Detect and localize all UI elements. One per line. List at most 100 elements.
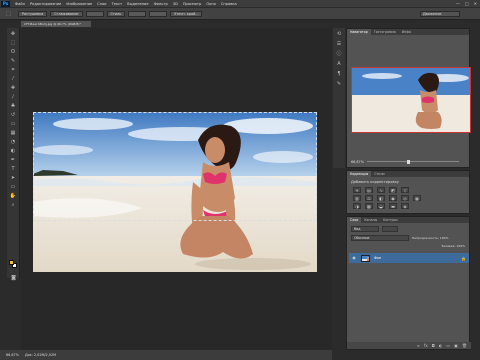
character-icon[interactable]: A (335, 61, 343, 68)
fill-label[interactable]: Заливка: 100% (441, 244, 465, 248)
feather-input[interactable] (85, 10, 104, 17)
close-icon[interactable]: ✕ (474, 1, 477, 6)
menu-help[interactable]: Справка (221, 2, 237, 6)
marquee-tool-icon[interactable]: ⬚ (9, 39, 18, 46)
quick-select-tool-icon[interactable]: ✎ (9, 57, 18, 64)
menu-image[interactable]: Изображение (66, 2, 92, 6)
collapsed-panels-strip: ⟲ ☰ ⓘ A ¶ ✎ (333, 28, 345, 168)
dodge-tool-icon[interactable]: ◐ (9, 147, 18, 154)
layer-kind-select[interactable]: Вид (351, 226, 379, 232)
invert-icon[interactable]: ◑ (353, 203, 361, 209)
layer-row-background[interactable]: ◉ Фон 🔒 (349, 253, 469, 263)
hue-saturation-icon[interactable]: ▥ (353, 195, 361, 201)
canvas-area[interactable] (21, 28, 332, 350)
menu-file[interactable]: Файл (15, 2, 25, 6)
photo-filter-icon[interactable]: ◉ (389, 195, 397, 201)
antialias-button[interactable]: Сглаживание (50, 10, 83, 17)
height-input[interactable] (149, 10, 168, 17)
marquee-tool-icon[interactable]: ⬚ (4, 10, 13, 17)
brush-presets-icon[interactable]: ✎ (335, 81, 343, 88)
menu-view[interactable]: Просмотр (183, 2, 201, 6)
brightness-icon[interactable]: ☀ (353, 187, 361, 193)
width-input[interactable] (128, 10, 147, 17)
visibility-eye-icon[interactable]: ◉ (351, 255, 357, 261)
workspace-select[interactable]: Движение (420, 11, 460, 17)
new-adjustment-icon[interactable]: ◐ (439, 343, 443, 348)
crop-tool-icon[interactable]: ⌗ (9, 66, 18, 73)
layer-filter-icons[interactable] (382, 226, 398, 232)
blend-mode-select[interactable]: Обычные (351, 235, 409, 241)
delete-layer-icon[interactable]: 🗑 (462, 343, 467, 348)
tab-paths[interactable]: Контуры (380, 217, 401, 223)
style-select[interactable]: Стиль (106, 10, 126, 17)
menu-filter[interactable]: Фильтр (154, 2, 168, 6)
minimize-icon[interactable]: — (456, 1, 460, 6)
lasso-tool-icon[interactable]: ʘ (9, 48, 18, 55)
color-balance-icon[interactable]: ⚖ (365, 195, 373, 201)
navigator-thumbnail[interactable] (351, 67, 471, 133)
refine-edge-button[interactable]: Уточн. край... (170, 10, 203, 17)
eraser-tool-icon[interactable]: ▭ (9, 120, 18, 127)
path-select-tool-icon[interactable]: ➤ (9, 174, 18, 181)
navigator-zoom[interactable]: 66,67% (351, 160, 364, 164)
feather-button[interactable]: Растушевка (18, 10, 48, 17)
tab-styles[interactable]: Стили (371, 171, 387, 177)
tab-adjustments[interactable]: Коррекция (347, 171, 372, 177)
color-lookup-icon[interactable]: ▦ (413, 195, 421, 201)
tab-info[interactable]: Инфо (399, 29, 414, 35)
levels-icon[interactable]: ▤ (365, 187, 373, 193)
add-mask-icon[interactable]: ◘ (432, 343, 435, 348)
hand-tool-icon[interactable]: ✋ (9, 192, 18, 199)
curves-icon[interactable]: ∿ (377, 187, 385, 193)
menu-window[interactable]: Окно (206, 2, 216, 6)
layer-name[interactable]: Фон (374, 256, 381, 260)
menu-type[interactable]: Текст (112, 2, 123, 6)
blur-tool-icon[interactable]: ◔ (9, 138, 18, 145)
brush-tool-icon[interactable]: ∕ (9, 93, 18, 100)
tab-navigator[interactable]: Навигатор (347, 29, 371, 35)
posterize-icon[interactable]: ▩ (365, 203, 373, 209)
paragraph-icon[interactable]: ¶ (335, 71, 343, 78)
link-layers-icon[interactable]: ∞ (417, 343, 420, 348)
menu-layers[interactable]: Слои (97, 2, 106, 6)
history-icon[interactable]: ⟲ (335, 31, 343, 38)
info-icon[interactable]: ⓘ (335, 51, 343, 58)
black-white-icon[interactable]: ◧ (377, 195, 385, 201)
shape-tool-icon[interactable]: ▭ (9, 183, 18, 190)
gradient-tool-icon[interactable]: ▦ (9, 129, 18, 136)
new-group-icon[interactable]: ▭ (446, 343, 450, 348)
tab-channels[interactable]: Каналы (361, 217, 380, 223)
gradient-map-icon[interactable]: ▬ (389, 203, 397, 209)
history-brush-tool-icon[interactable]: ↺ (9, 111, 18, 118)
threshold-icon[interactable]: ◒ (377, 203, 385, 209)
zoom-readout[interactable]: 66,67% (6, 353, 19, 357)
new-layer-icon[interactable]: ▣ (454, 343, 458, 348)
quick-mask-icon[interactable]: ◙ (9, 274, 18, 281)
selective-color-icon[interactable]: ◈ (401, 203, 409, 209)
move-tool-icon[interactable]: ✥ (9, 30, 18, 37)
menu-select[interactable]: Выделение (127, 2, 148, 6)
menu-3d[interactable]: 3D (173, 2, 178, 6)
tab-histogram[interactable]: Гистограмма (371, 29, 399, 35)
healing-tool-icon[interactable]: ✚ (9, 84, 18, 91)
layer-style-icon[interactable]: fx (424, 343, 428, 348)
tab-layers[interactable]: Слои (347, 217, 362, 223)
eyedropper-tool-icon[interactable]: ⁄ (9, 75, 18, 82)
doc-info[interactable]: Док: 2,02M/2,02M (25, 353, 56, 357)
marquee-selection[interactable] (33, 112, 317, 221)
navigator-zoom-knob[interactable] (407, 160, 410, 164)
exposure-icon[interactable]: ◩ (389, 187, 397, 193)
document-tab[interactable]: CFT-BeachBody.jpg @ 66,7% (RGB/8)* (21, 21, 91, 27)
menu-edit[interactable]: Редактирование (30, 2, 61, 6)
opacity-label[interactable]: Непрозрачность: 100% (412, 236, 448, 240)
pen-tool-icon[interactable]: ✒ (9, 156, 18, 163)
clone-stamp-tool-icon[interactable]: ♣ (9, 102, 18, 109)
vibrance-icon[interactable]: ▽ (401, 187, 409, 193)
foreground-color-swatch[interactable] (9, 260, 14, 265)
zoom-tool-icon[interactable]: ⌕ (9, 201, 18, 208)
properties-icon[interactable]: ☰ (335, 41, 343, 48)
type-tool-icon[interactable]: T (9, 165, 18, 172)
channel-mixer-icon[interactable]: ◎ (401, 195, 409, 201)
navigator-zoom-slider[interactable] (367, 161, 459, 162)
maximize-icon[interactable]: □ (465, 1, 469, 6)
